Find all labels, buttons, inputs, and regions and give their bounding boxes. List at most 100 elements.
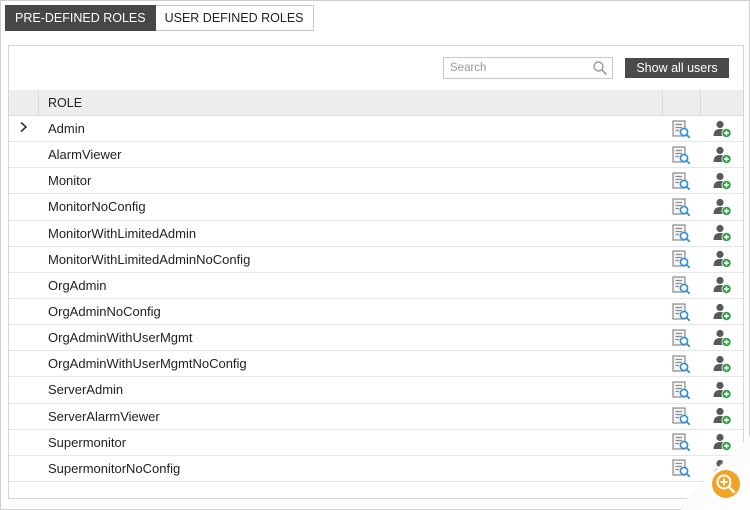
table-row[interactable]: OrgAdmin [9,273,743,299]
view-role-button[interactable] [662,116,700,141]
view-role-button[interactable] [662,299,700,324]
expand-cell [9,168,39,193]
add-user-icon[interactable] [712,249,732,269]
table-row[interactable]: OrgAdminNoConfig [9,299,743,326]
view-role-button[interactable] [662,325,700,350]
add-user-button[interactable] [700,221,743,246]
add-user-icon[interactable] [712,328,732,348]
table-row[interactable]: ServerAlarmViewer [9,404,743,430]
add-user-button[interactable] [700,377,743,402]
view-role-button[interactable] [662,273,700,298]
expand-cell [9,430,39,455]
header-add-cell [700,90,743,115]
add-user-button[interactable] [700,142,743,167]
expand-cell [9,247,39,272]
view-role-icon[interactable] [671,171,691,191]
view-role-icon[interactable] [671,328,691,348]
role-name: MonitorWithLimitedAdmin [48,225,197,241]
add-user-icon[interactable] [712,119,732,139]
table-row[interactable]: AlarmViewer [9,142,743,169]
add-user-button[interactable] [700,168,743,193]
add-user-icon[interactable] [712,380,732,400]
view-role-button[interactable] [662,142,700,167]
add-user-icon[interactable] [712,406,732,426]
chevron-right-icon[interactable] [19,120,29,138]
table-row[interactable]: OrgAdminWithUserMgmtNoConfig [9,351,743,378]
add-user-button[interactable] [700,299,743,324]
add-user-icon[interactable] [712,302,732,322]
expand-cell [9,273,39,298]
add-user-icon[interactable] [712,171,732,191]
expand-cell [9,325,39,350]
add-user-icon[interactable] [712,197,732,217]
view-role-icon[interactable] [671,380,691,400]
view-role-button[interactable] [662,194,700,219]
roles-panel: Show all users ROLE Admin AlarmViewer Moni… [8,45,744,499]
view-role-icon[interactable] [671,406,691,426]
view-role-icon[interactable] [671,275,691,295]
expand-cell [9,456,39,481]
add-user-button[interactable] [700,116,743,141]
column-header-role[interactable]: ROLE [39,90,662,115]
zoom-in-icon [716,474,736,494]
role-name: MonitorWithLimitedAdminNoConfig [48,251,251,267]
add-user-button[interactable] [700,247,743,272]
add-user-button[interactable] [700,194,743,219]
role-name: OrgAdminWithUserMgmtNoConfig [48,356,247,372]
view-role-button[interactable] [662,247,700,272]
table-row[interactable]: Supermonitor [9,430,743,456]
add-user-icon[interactable] [712,145,732,165]
add-user-button[interactable] [700,351,743,376]
role-tabs: PRE-DEFINED ROLES USER DEFINED ROLES [5,5,314,31]
table-row[interactable]: MonitorNoConfig [9,194,743,221]
add-user-button[interactable] [700,273,743,298]
table-row[interactable]: SupermonitorNoConfig [9,456,743,482]
view-role-button[interactable] [662,168,700,193]
role-name: OrgAdminWithUserMgmt [48,330,193,346]
table-body: Admin AlarmViewer Monitor MonitorNoConfig Mo… [9,116,743,482]
add-user-icon[interactable] [712,354,732,374]
expand-cell[interactable] [9,116,39,141]
table-row[interactable]: MonitorWithLimitedAdminNoConfig [9,247,743,273]
table-header: ROLE [9,90,743,116]
view-role-icon[interactable] [671,197,691,217]
expand-cell [9,404,39,429]
expand-cell [9,194,39,219]
search-box [443,57,613,79]
view-role-icon[interactable] [671,223,691,243]
search-input[interactable] [444,58,584,78]
table-row[interactable]: ServerAdmin [9,377,743,404]
view-role-icon[interactable] [671,119,691,139]
view-role-button[interactable] [662,221,700,246]
view-role-icon[interactable] [671,302,691,322]
view-role-button[interactable] [662,351,700,376]
view-role-icon[interactable] [671,354,691,374]
role-name: Supermonitor [48,434,127,450]
zoom-in-button[interactable] [712,470,740,498]
roles-table: ROLE Admin AlarmViewer Monitor MonitorNoCon… [9,90,743,482]
role-name: AlarmViewer [48,147,122,163]
expand-cell [9,299,39,324]
view-role-icon[interactable] [671,145,691,165]
add-user-icon[interactable] [712,275,732,295]
table-row[interactable]: Monitor [9,168,743,195]
table-row[interactable]: OrgAdminWithUserMgmt [9,325,743,352]
show-all-users-button[interactable]: Show all users [625,58,729,78]
tab-pre-defined-roles[interactable]: PRE-DEFINED ROLES [5,5,156,31]
view-role-button[interactable] [662,404,700,429]
table-row[interactable]: Admin [9,116,743,143]
view-role-button[interactable] [662,377,700,402]
role-name: Monitor [48,173,92,189]
add-user-icon[interactable] [712,223,732,243]
expand-cell [9,351,39,376]
table-row[interactable]: MonitorWithLimitedAdmin [9,221,743,247]
view-role-icon[interactable] [671,249,691,269]
expand-cell [9,377,39,402]
role-name: ServerAlarmViewer [48,408,160,424]
header-expand-cell [9,90,39,115]
add-user-button[interactable] [700,325,743,350]
search-icon[interactable] [592,60,608,76]
role-name: Admin [48,121,85,137]
tab-user-defined-roles[interactable]: USER DEFINED ROLES [155,5,314,31]
add-user-button[interactable] [700,404,743,429]
